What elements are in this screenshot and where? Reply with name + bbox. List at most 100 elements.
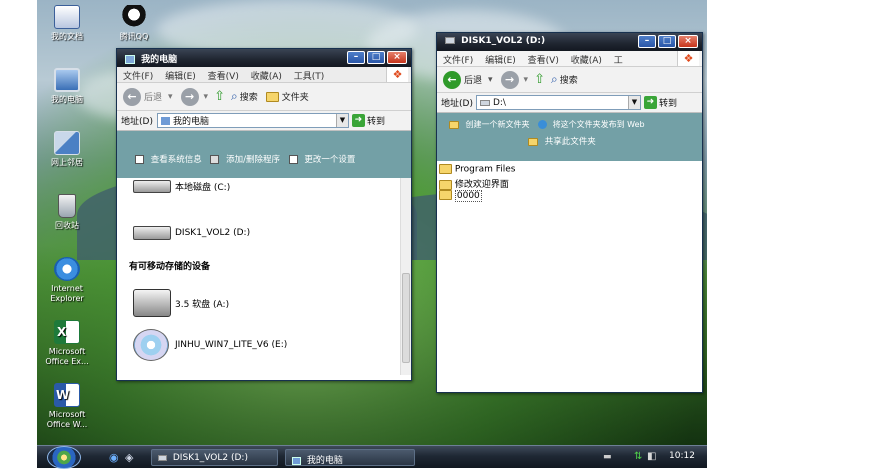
back-dropdown-icon[interactable]: ▾ [168,92,173,102]
search-icon[interactable]: ⌕ [231,89,238,104]
quicklaunch-desktop-icon[interactable]: ◈ [125,451,133,464]
drive-item[interactable]: 3.5 软盘 (A:) [133,289,229,317]
search-button[interactable]: 搜索 [560,73,578,86]
drive-item[interactable]: JINHU_WIN7_LITE_V6 (E:) [133,329,287,361]
hard-drive-icon [133,180,171,193]
back-arrow-icon[interactable]: ← [123,87,141,106]
recycle-bin-icon [58,194,76,218]
taskbar-item-my-computer[interactable]: 我的电脑 [285,449,415,466]
drive-item[interactable]: 本地磁盘 (C:) [133,180,230,193]
task-publish-web[interactable]: 将这个文件夹发布到 Web [553,120,645,129]
folder-item[interactable]: 0000 [439,189,482,202]
quicklaunch-ie-icon[interactable]: ◉ [109,451,119,464]
folders-button[interactable]: 文件夹 [282,90,309,103]
forward-dropdown-icon[interactable]: ▾ [204,92,209,102]
system-info-icon [135,155,144,164]
desktop-icon-ie[interactable]: Internet Explorer [37,257,98,304]
qq-icon [121,5,147,29]
taskbar-item-label: 我的电脑 [306,456,343,466]
desktop-icon-my-computer[interactable]: 我的电脑 [37,68,98,105]
start-button[interactable] [47,446,81,469]
task-view-system-info[interactable]: 查看系统信息 [151,155,202,165]
keyboard-icon[interactable]: ▬ [603,452,612,462]
window-title: DISK1_VOL2 (D:) [461,36,546,46]
minimize-button[interactable]: – [347,51,365,64]
go-button[interactable]: ➜ 转到 [643,96,677,109]
toolbar: ← 后退 ▾ → ▾ ⇧ ⌕ 搜索 [437,67,702,93]
back-button[interactable]: 后退 [464,73,482,86]
menu-edit[interactable]: 编辑(E) [485,56,516,66]
menu-bar: 文件(F) 编辑(E) 查看(V) 收藏(A) 工 ❖ [437,51,702,67]
search-icon[interactable]: ⌕ [551,72,558,87]
desktop-icon-recycle-bin[interactable]: 回收站 [37,194,98,231]
address-dropdown-icon[interactable]: ▼ [335,114,348,127]
clock[interactable]: 10:12 [669,451,695,461]
window-titlebar[interactable]: 我的电脑 – □ × [117,49,411,67]
desktop-icon-qq[interactable]: 腾讯QQ [103,5,165,42]
folder-item[interactable]: 修改欢迎界面 [439,177,509,190]
forward-arrow-icon[interactable]: → [180,87,199,106]
go-label: 转到 [366,117,385,127]
menu-tools[interactable]: 工 [614,56,623,66]
up-folder-icon[interactable]: ⇧ [534,72,545,87]
task-share-folder[interactable]: 共享此文件夹 [545,137,596,147]
menu-view[interactable]: 查看(V) [208,72,239,82]
back-dropdown-icon[interactable]: ▾ [488,75,493,85]
my-computer-window: 我的电脑 – □ × 文件(F) 编辑(E) 查看(V) 收藏(A) 工具(T)… [116,48,412,381]
desktop: 我的文档 腾讯QQ 我的电脑 网上邻居 回收站 Internet Explore… [37,0,707,445]
close-button[interactable]: × [678,35,698,48]
menu-file[interactable]: 文件(F) [123,72,153,82]
minimize-button[interactable]: – [638,35,656,48]
ie-icon [54,257,80,281]
address-dropdown-icon[interactable]: ▼ [627,96,640,109]
window-titlebar[interactable]: DISK1_VOL2 (D:) – □ × [437,33,702,51]
go-arrow-icon: ➜ [351,114,365,127]
forward-dropdown-icon[interactable]: ▾ [524,75,529,85]
desktop-icon-label: Microsoft Office W... [46,410,88,429]
menu-tools[interactable]: 工具(T) [294,72,325,82]
menu-file[interactable]: 文件(F) [443,56,473,66]
task-new-folder[interactable]: 创建一个新文件夹 [466,120,530,129]
scrollbar-thumb[interactable] [402,273,410,363]
go-button[interactable]: ➜ 转到 [351,114,385,127]
programs-icon [210,155,220,164]
desktop-icon-word[interactable]: W Microsoft Office W... [37,383,98,430]
windows-logo-icon: ❖ [386,67,408,82]
folder-item[interactable]: Program Files [439,164,515,175]
address-bar: 地址(D) D:\ ▼ ➜ 转到 [437,93,702,113]
maximize-button[interactable]: □ [367,51,385,64]
taskbar-item-label: DISK1_VOL2 (D:) [172,453,248,463]
drive-label: DISK1_VOL2 (D:) [175,228,251,238]
address-input[interactable]: D:\ ▼ [475,95,641,110]
back-arrow-icon[interactable]: ← [443,70,461,89]
address-bar: 地址(D) 我的电脑 ▼ ➜ 转到 [117,111,411,131]
vertical-scrollbar[interactable] [400,178,411,375]
menu-favorites[interactable]: 收藏(A) [571,56,602,66]
forward-arrow-icon[interactable]: → [500,70,519,89]
drive-item[interactable]: DISK1_VOL2 (D:) [133,226,250,240]
taskbar-item-disk[interactable]: DISK1_VOL2 (D:) [151,449,278,466]
close-button[interactable]: × [387,51,407,64]
menu-favorites[interactable]: 收藏(A) [251,72,282,82]
desktop-icon-my-documents[interactable]: 我的文档 [37,5,98,42]
computer-icon [160,116,170,125]
back-button[interactable]: 后退 [144,90,162,103]
menu-edit[interactable]: 编辑(E) [165,72,196,82]
taskbar: ◉ ◈ DISK1_VOL2 (D:) 我的电脑 ▬ ⇅ ◧ 10:12 [37,445,707,469]
menu-view[interactable]: 查看(V) [528,56,559,66]
control-panel-icon [288,155,298,164]
address-input[interactable]: 我的电脑 ▼ [156,113,349,128]
maximize-button[interactable]: □ [658,35,676,48]
folders-icon[interactable] [265,91,279,102]
network-tray-icon[interactable]: ⇅ [634,451,642,462]
volume-icon[interactable]: ◧ [647,451,656,462]
task-add-remove-programs[interactable]: 添加/删除程序 [226,155,280,165]
folder-icon [439,164,452,174]
search-button[interactable]: 搜索 [240,90,258,103]
desktop-icon-network[interactable]: 网上邻居 [37,131,98,168]
task-change-setting[interactable]: 更改一个设置 [304,155,355,165]
computer-icon [125,55,135,64]
task-pane: 创建一个新文件夹 将这个文件夹发布到 Web 共享此文件夹 [437,113,702,161]
up-folder-icon[interactable]: ⇧ [214,89,225,104]
desktop-icon-excel[interactable]: X Microsoft Office Ex... [37,320,98,367]
